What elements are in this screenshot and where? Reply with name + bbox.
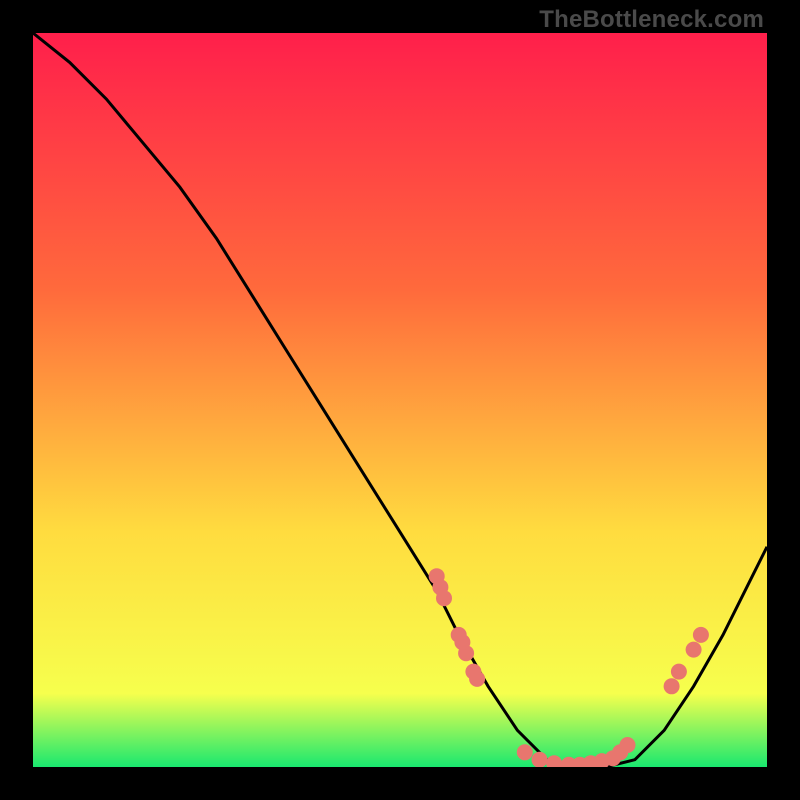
data-dot — [671, 664, 687, 680]
data-dot — [517, 744, 533, 760]
data-dot — [436, 590, 452, 606]
data-dot — [686, 642, 702, 658]
data-dot — [693, 627, 709, 643]
data-dot — [532, 752, 548, 767]
data-dot — [458, 645, 474, 661]
watermark-text: TheBottleneck.com — [539, 6, 764, 34]
data-dot — [469, 671, 485, 687]
chart-area — [33, 33, 767, 767]
data-dot — [664, 678, 680, 694]
bottleneck-chart-svg — [33, 33, 767, 767]
data-dot — [620, 737, 636, 753]
